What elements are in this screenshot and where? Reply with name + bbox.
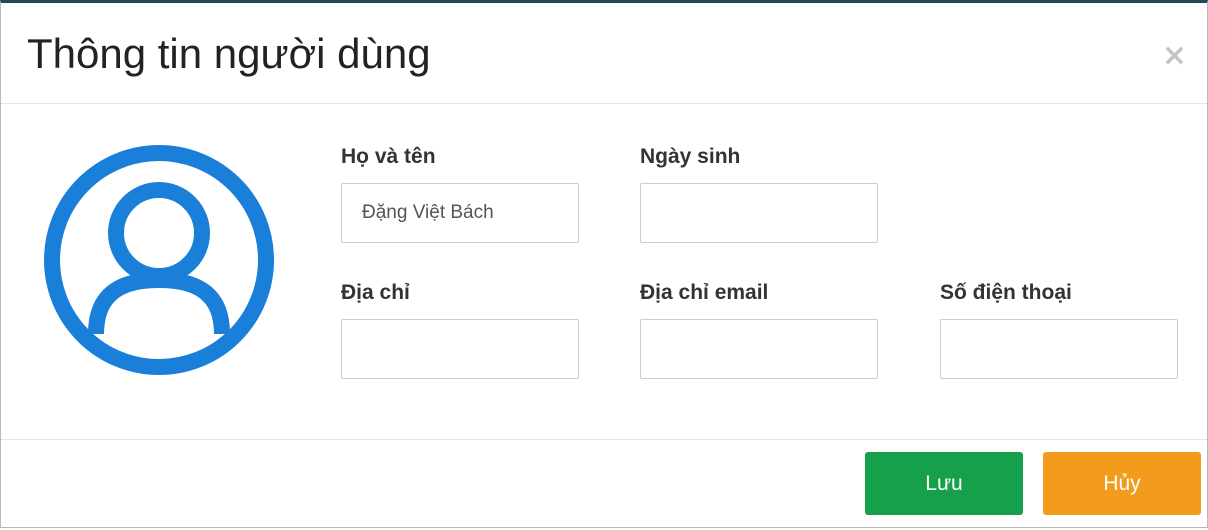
birthday-input[interactable] (640, 183, 878, 243)
phone-label: Số điện thoại (940, 281, 1072, 304)
modal-body: Họ và tên Ngày sinh Địa chỉ Địa chỉ emai… (1, 104, 1207, 440)
birthday-label: Ngày sinh (640, 145, 741, 168)
address-label: Địa chỉ (341, 281, 410, 304)
save-button[interactable]: Lưu (865, 452, 1023, 515)
fullname-label: Họ và tên (341, 145, 436, 168)
fullname-input[interactable] (341, 183, 579, 243)
modal-header: Thông tin người dùng × (1, 3, 1207, 104)
cancel-button[interactable]: Hủy (1043, 452, 1201, 515)
email-input[interactable] (640, 319, 878, 379)
close-icon[interactable]: × (1162, 41, 1187, 71)
user-info-modal: Thông tin người dùng × Họ và tên Ngày si… (0, 0, 1208, 528)
modal-title: Thông tin người dùng (27, 30, 431, 77)
email-label: Địa chỉ email (640, 281, 769, 304)
user-circle-icon (44, 145, 274, 375)
modal-footer: Lưu Hủy (1, 440, 1207, 530)
phone-input[interactable] (940, 319, 1178, 379)
address-input[interactable] (341, 319, 579, 379)
